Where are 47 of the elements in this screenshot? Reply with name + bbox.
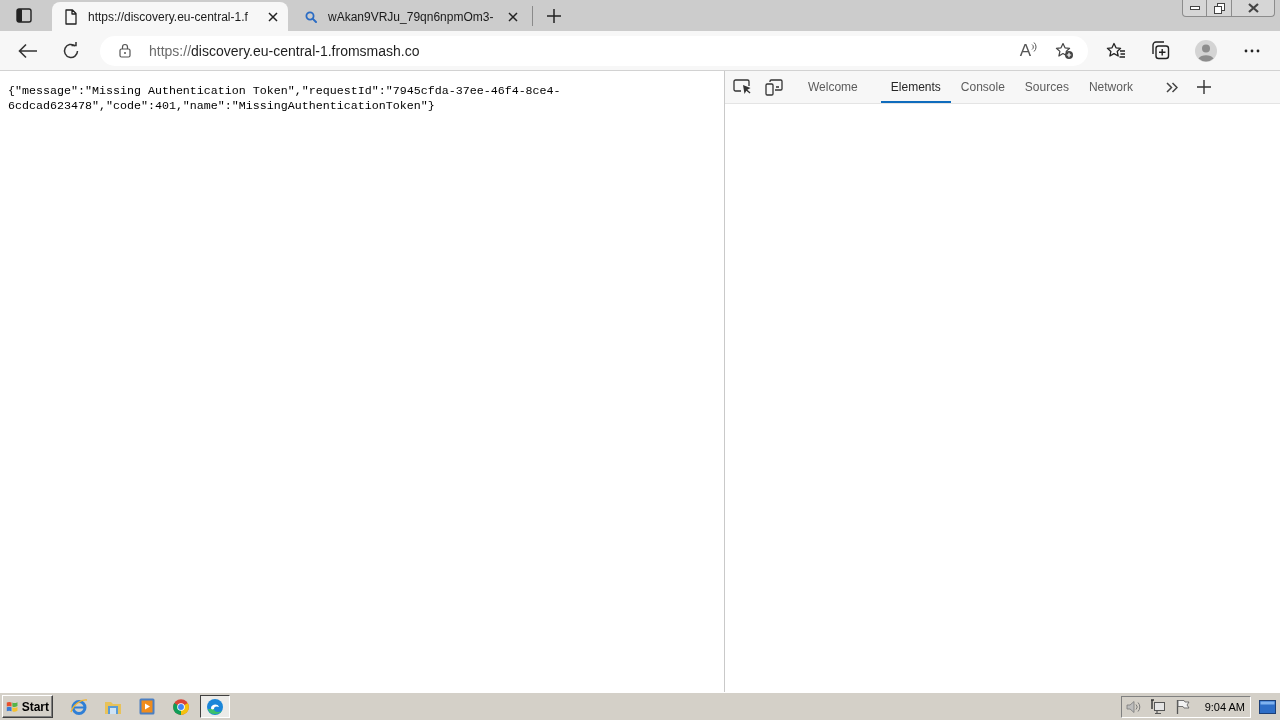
devtools-tab[interactable]: Welcome <box>798 71 868 103</box>
sound-waves-icon <box>1031 41 1037 52</box>
collections-icon[interactable] <box>1150 41 1170 60</box>
minimize-button[interactable] <box>1182 0 1207 17</box>
tab-actions-icon[interactable] <box>16 8 32 23</box>
more-icon[interactable] <box>1244 48 1260 53</box>
clock-text: 9:04 AM <box>1204 700 1245 713</box>
url-text: https://discovery.eu-central-1.fromsmash.co <box>149 42 421 59</box>
inspect-icon[interactable] <box>733 79 751 95</box>
address-bar[interactable]: https://discovery.eu-central-1.fromsmash.co A <box>100 35 1088 66</box>
devtools-tab[interactable]: Sources <box>1014 71 1079 103</box>
document-icon <box>65 8 77 25</box>
add-favorite-icon[interactable] <box>1055 41 1074 60</box>
close-icon[interactable] <box>508 11 518 22</box>
close-icon <box>1247 3 1259 13</box>
device-icon[interactable] <box>765 78 783 96</box>
desktop-icon[interactable] <box>1259 699 1276 714</box>
minimize-icon <box>1189 6 1200 10</box>
search-icon <box>305 10 317 23</box>
favorites-icon[interactable] <box>1106 41 1126 60</box>
json-response-text: {"message":"Missing Authentication Token","requestId":"7945cfda-37ee-46f4-8ce4-6cdcad623478","code":401,"name":"MissingAuthenticationToken"} <box>8 84 562 114</box>
ring-orbit-icon <box>70 697 88 716</box>
plus-icon[interactable] <box>546 7 562 24</box>
devtools-tab[interactable]: Elements <box>880 71 951 103</box>
start-button[interactable]: Start <box>2 695 53 718</box>
devtools-tab[interactable]: Console <box>950 71 1015 103</box>
browser-tab[interactable]: wAkan9VRJu_79qn6npmOm3- <box>292 2 528 31</box>
close-icon[interactable] <box>268 11 278 22</box>
browser-tab[interactable]: https://discovery.eu-central-1.f <box>52 2 288 31</box>
back-icon[interactable] <box>18 42 38 59</box>
restore-icon <box>1213 2 1225 14</box>
avatar-icon[interactable] <box>1195 39 1217 62</box>
double-chevron-icon[interactable] <box>1165 81 1178 93</box>
play-icon <box>139 698 155 715</box>
close-window-button[interactable] <box>1232 0 1275 17</box>
taskbar-button[interactable] <box>200 695 230 718</box>
restore-button[interactable] <box>1207 0 1232 17</box>
monitor-icon[interactable] <box>1149 698 1166 715</box>
tricolor-circle-icon <box>172 697 190 716</box>
swirl-icon <box>206 697 224 716</box>
read-aloud-button[interactable]: A <box>1019 41 1037 60</box>
refresh-icon[interactable] <box>62 41 80 60</box>
flag-icon[interactable] <box>1175 699 1190 714</box>
plus-icon[interactable] <box>1196 80 1211 94</box>
devtools-tab[interactable]: Network <box>1078 71 1143 103</box>
lock-icon[interactable] <box>119 43 131 58</box>
four-color-flag-icon <box>6 699 19 714</box>
